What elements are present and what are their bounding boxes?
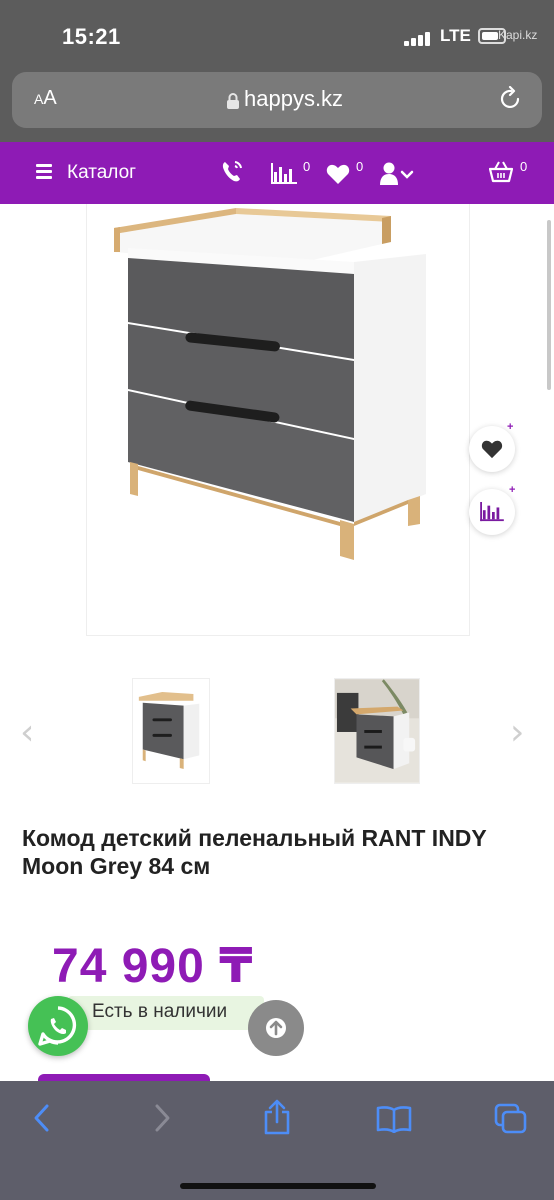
product-title: Комод детский пеленальный RANT INDY Moon…	[22, 825, 487, 879]
gallery-prev-arrow[interactable]: ‹	[20, 712, 34, 753]
bookmarks-icon[interactable]	[376, 1105, 412, 1133]
gallery-next-arrow[interactable]: ›	[510, 712, 524, 753]
cart-icon[interactable]	[489, 161, 513, 183]
arrow-up-icon	[266, 1018, 286, 1038]
heart-icon	[481, 440, 503, 458]
phone-icon[interactable]	[220, 159, 244, 185]
gallery-thumbnail[interactable]	[334, 678, 420, 784]
home-indicator[interactable]	[180, 1183, 376, 1189]
wishlist-plus: +	[507, 421, 514, 433]
site-header: Каталог 0 0 0	[0, 142, 554, 204]
compare-count: 0	[303, 159, 311, 174]
url-text: happys.kz	[244, 86, 344, 111]
tabs-icon[interactable]	[494, 1103, 528, 1135]
lock-icon	[227, 93, 239, 109]
text-size-small: A	[34, 91, 44, 107]
address-bar[interactable]: AA happys.kz	[12, 72, 542, 128]
reload-icon[interactable]	[498, 86, 524, 112]
back-icon[interactable]	[32, 1103, 52, 1133]
page-scrollbar[interactable]	[547, 220, 551, 390]
compare-plus: +	[509, 484, 516, 496]
status-time: 15:21	[62, 24, 121, 49]
share-icon[interactable]	[262, 1099, 292, 1135]
text-size-large: A	[43, 87, 57, 109]
user-icon[interactable]	[380, 162, 414, 186]
browser-top-chrome: 15:21 LTE Kapi.kz AA happys.kz	[0, 0, 554, 142]
network-label: LTE	[440, 26, 471, 45]
availability-badge: Есть в наличии	[68, 996, 264, 1030]
product-price: 74 990 ₸	[52, 940, 254, 993]
whatsapp-icon	[38, 1006, 77, 1046]
gallery-thumbnail[interactable]	[132, 678, 210, 784]
scroll-to-top-button[interactable]	[248, 1000, 304, 1056]
availability-text: Есть в наличии	[92, 1001, 228, 1022]
signal-icon	[404, 30, 434, 46]
menu-icon[interactable]	[36, 164, 52, 179]
heart-icon[interactable]	[326, 164, 350, 185]
whatsapp-button[interactable]	[28, 996, 88, 1056]
compare-icon	[480, 502, 504, 522]
text-size-button[interactable]: AA	[34, 87, 57, 110]
wishlist-count: 0	[356, 159, 364, 174]
cart-count: 0	[520, 159, 528, 174]
watermark: Kapi.kz	[498, 28, 538, 42]
product-image-frame	[86, 204, 470, 636]
compare-icon[interactable]	[271, 163, 297, 185]
catalog-link[interactable]: Каталог	[67, 162, 136, 184]
forward-icon[interactable]	[152, 1103, 172, 1133]
